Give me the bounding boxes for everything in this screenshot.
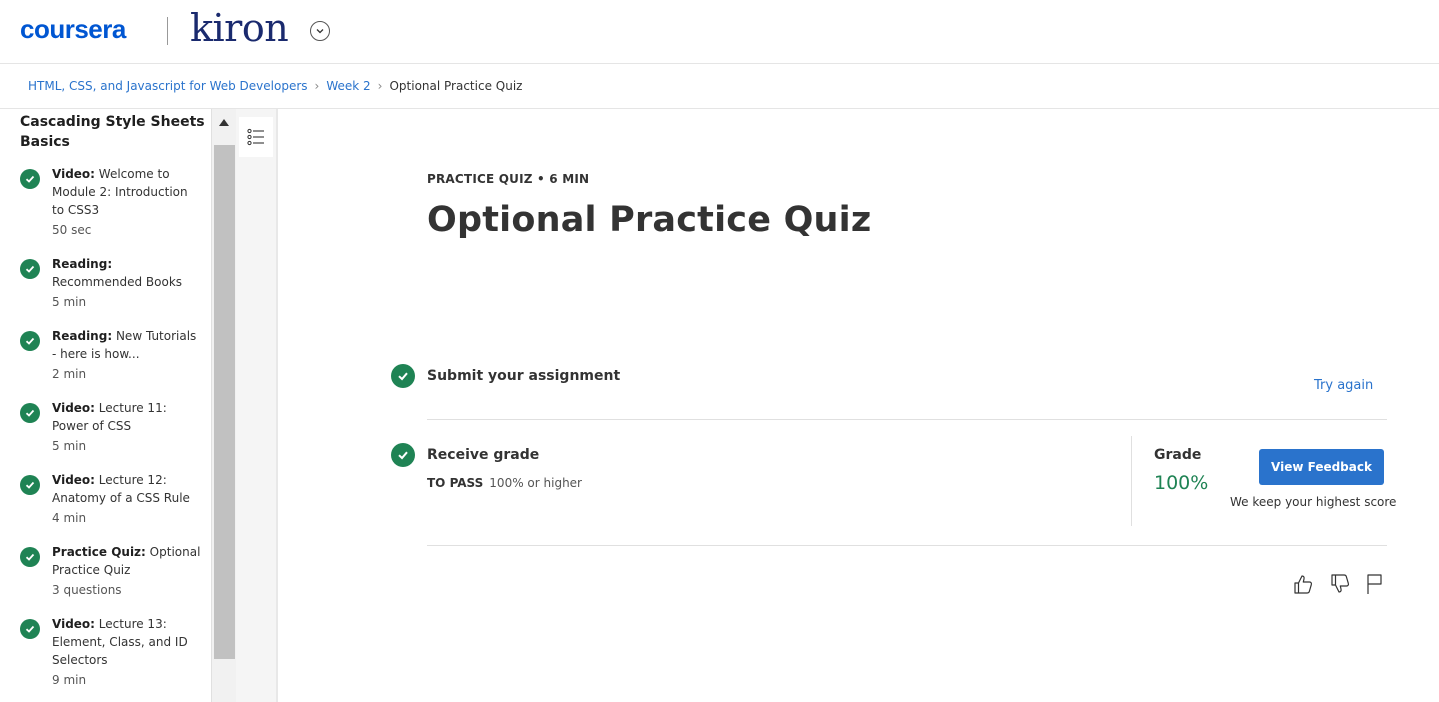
item-duration: 4 min (52, 511, 87, 525)
item-duration: 5 min (52, 439, 87, 453)
item-duration: 50 sec (52, 223, 92, 237)
item-title: Recommended Books (52, 275, 183, 289)
report-button[interactable] (1364, 573, 1386, 599)
check-circle-icon (391, 443, 415, 467)
highest-score-note: We keep your highest score (1230, 495, 1397, 509)
list-icon (247, 128, 264, 146)
sidebar-item-text: Reading: Recommended Books 5 min (52, 255, 202, 311)
left-rail (236, 109, 278, 702)
breadcrumb-course-link[interactable]: HTML, CSS, and Javascript for Web Develo… (28, 79, 308, 93)
thumbs-down-icon (1331, 574, 1350, 593)
item-type: Reading: (52, 257, 113, 271)
toggle-outline-button[interactable] (239, 117, 273, 157)
item-type: Video: (52, 617, 95, 631)
chevron-down-icon (316, 29, 324, 34)
logo-divider (167, 17, 168, 45)
chevron-right-icon: › (314, 79, 320, 93)
receive-grade-label: Receive grade (427, 447, 540, 463)
thumbs-up-icon (1294, 575, 1313, 594)
chevron-right-icon: › (377, 79, 383, 93)
scroll-up-arrow-icon[interactable] (212, 109, 236, 135)
item-type: Video: (52, 401, 95, 415)
item-type: Reading: (52, 329, 113, 343)
sidebar-item-text: Video: Welcome to Module 2: Introduction… (52, 165, 202, 239)
grade-value: 100% (1154, 472, 1209, 494)
sidebar-item-text: Reading: New Tutorials - here is how... 2… (52, 327, 202, 383)
item-duration: 9 min (52, 673, 87, 687)
section-title: Cascading Style Sheets Basics (20, 114, 205, 150)
check-circle-icon (20, 403, 40, 423)
item-duration: 2 min (52, 367, 87, 381)
check-circle-icon (391, 364, 415, 388)
sidebar-item-text: Video: Lecture 13: Element, Class, and I… (52, 615, 202, 689)
sidebar-item-text: Video: Lecture 12: Anatomy of a CSS Rule… (52, 471, 202, 527)
check-circle-icon (20, 475, 40, 495)
partner-logo[interactable]: kiron (190, 6, 289, 50)
sidebar-item-text: Video: Lecture 11: Power of CSS 5 min (52, 399, 202, 455)
breadcrumb-week-link[interactable]: Week 2 (326, 79, 370, 93)
to-pass-label: TO PASS (427, 476, 484, 490)
check-circle-icon (20, 169, 40, 189)
sidebar-scrollbar[interactable] (211, 109, 236, 702)
item-type: Video: (52, 167, 95, 181)
check-circle-icon (20, 547, 40, 567)
check-circle-icon (20, 259, 40, 279)
item-duration: 3 questions (52, 583, 122, 597)
to-pass-value: 100% or higher (489, 476, 582, 490)
grade-divider (1131, 436, 1132, 526)
item-duration: 5 min (52, 295, 87, 309)
divider (427, 545, 1387, 546)
flag-icon (1367, 574, 1382, 594)
sidebar-item-text: Practice Quiz: Optional Practice Quiz 3 q… (52, 543, 202, 599)
breadcrumb-current: Optional Practice Quiz (389, 79, 523, 93)
try-again-link[interactable]: Try again (1314, 378, 1373, 393)
partner-dropdown-button[interactable] (310, 21, 330, 41)
item-meta-line: PRACTICE QUIZ • 6 MIN (427, 172, 590, 186)
scrollbar-thumb[interactable] (214, 145, 235, 659)
view-feedback-button[interactable]: View Feedback (1259, 449, 1384, 485)
breadcrumb: HTML, CSS, and Javascript for Web Develo… (28, 79, 522, 93)
dislike-button[interactable] (1329, 573, 1351, 599)
coursera-logo[interactable]: coursera (20, 14, 126, 45)
page-title: Optional Practice Quiz (427, 200, 872, 240)
divider (427, 419, 1387, 420)
like-button[interactable] (1292, 573, 1314, 599)
top-header: coursera kiron (0, 0, 1439, 64)
course-sidebar: Cascading Style Sheets Basics Video: Wel… (0, 109, 211, 702)
item-type: Video: (52, 473, 95, 487)
to-pass-requirement: TO PASS 100% or higher (427, 476, 582, 490)
check-circle-icon (20, 331, 40, 351)
item-type: Practice Quiz: (52, 545, 146, 559)
grade-label: Grade (1154, 447, 1202, 463)
check-circle-icon (20, 619, 40, 639)
submit-assignment-label: Submit your assignment (427, 368, 621, 384)
